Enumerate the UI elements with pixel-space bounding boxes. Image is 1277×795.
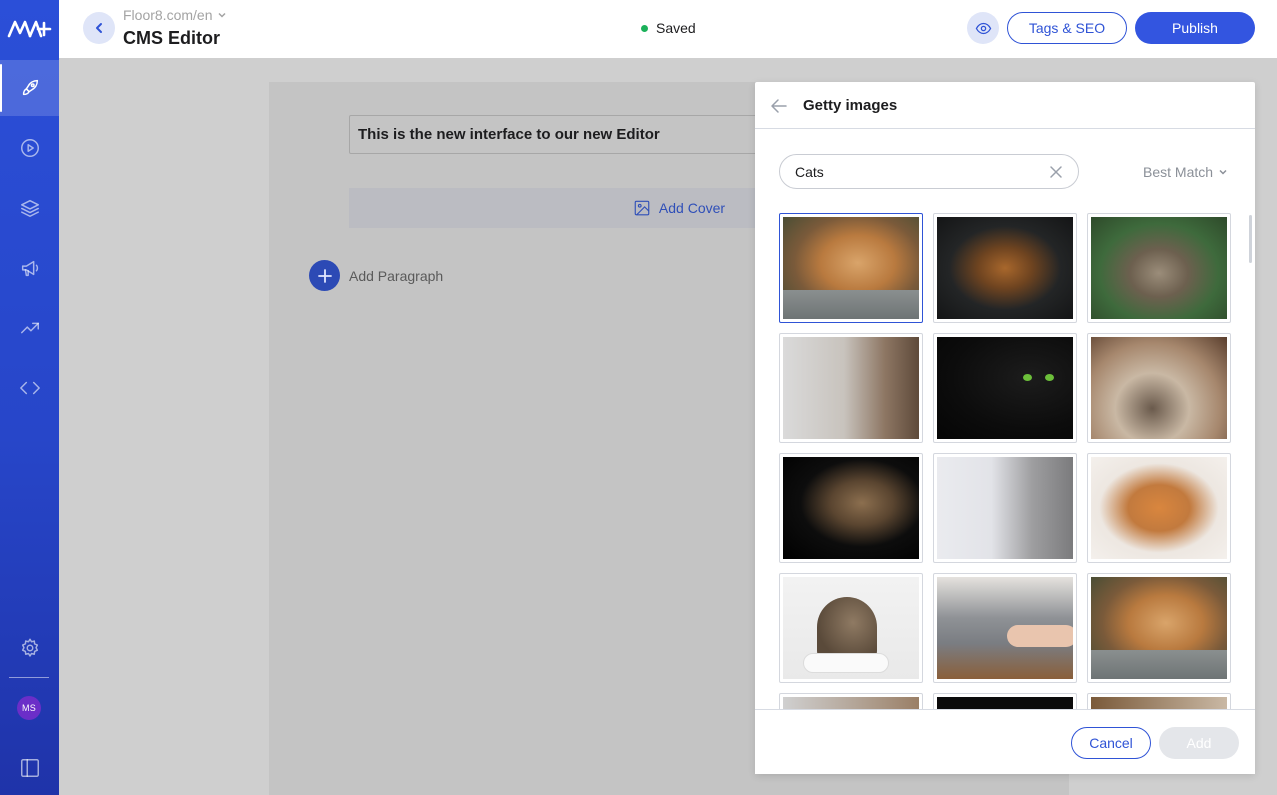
trending-up-icon [20,322,39,334]
cat-photo [1091,577,1227,679]
clear-icon[interactable] [1049,165,1063,179]
save-status: Saved [641,20,696,36]
sidebar-item-publish[interactable] [0,60,59,116]
cat-photo [937,217,1073,319]
sidebar-item-media[interactable] [0,120,59,176]
sidebar-item-settings[interactable] [0,620,59,676]
arrow-left-icon [771,99,787,113]
image-thumb[interactable] [779,693,923,709]
add-paragraph-button[interactable]: Add Paragraph [309,260,443,291]
megaphone-icon [21,260,38,277]
cat-photo [1091,697,1227,709]
image-thumb[interactable] [779,573,923,683]
play-circle-icon [20,139,39,157]
chevron-down-icon [218,12,227,18]
site-selector[interactable]: Floor8.com/en [123,7,227,23]
top-bar: Floor8.com/en CMS Editor Saved Tags & SE… [59,0,1277,58]
image-thumb[interactable] [933,213,1077,323]
image-thumb[interactable] [933,693,1077,709]
cat-photo [937,457,1073,559]
plus-icon [309,260,340,291]
cat-photo [1091,337,1227,439]
sidebar: MS [0,0,59,795]
grid-scrollbar[interactable] [1249,215,1252,263]
search-value: Cats [795,163,824,180]
sort-dropdown[interactable]: Best Match [1143,164,1228,180]
app-logo[interactable] [6,14,54,42]
getty-images-panel: Getty images Cats Best Match Cancel Add [755,82,1255,774]
image-thumb[interactable] [1087,213,1231,323]
layers-icon [20,199,39,217]
publish-button[interactable]: Publish [1135,12,1255,44]
cancel-button[interactable]: Cancel [1071,727,1151,759]
add-button: Add [1159,727,1239,759]
image-search-input[interactable]: Cats [779,154,1079,189]
image-grid [755,213,1255,709]
cat-photo [783,457,919,559]
panel-title: Getty images [803,97,898,114]
panel-footer: Cancel Add [755,709,1255,774]
image-thumb[interactable] [1087,573,1231,683]
sidebar-panel-icon [20,759,39,777]
cat-photo [937,337,1073,439]
chevron-down-icon [1219,169,1227,175]
cat-photo [1091,457,1227,559]
article-title-input[interactable]: This is the new interface to our new Edi… [349,115,779,154]
image-thumb[interactable] [1087,693,1231,709]
cat-photo [937,577,1073,679]
sort-label: Best Match [1143,164,1214,180]
cat-photo [937,697,1073,709]
back-button[interactable] [83,12,115,44]
image-thumb[interactable] [779,453,923,563]
cat-photo [1091,217,1227,319]
image-thumb[interactable] [933,333,1077,443]
add-cover-label: Add Cover [658,200,726,216]
code-icon [19,381,40,395]
eye-icon [975,22,991,34]
sidebar-item-layers[interactable] [0,180,59,236]
sidebar-item-campaigns[interactable] [0,240,59,296]
panel-header: Getty images [755,82,1255,129]
site-label: Floor8.com/en [123,7,213,23]
preview-button[interactable] [967,12,999,44]
status-dot [641,24,648,32]
sidebar-item-code[interactable] [0,360,59,416]
image-icon [634,200,650,216]
image-thumb[interactable] [1087,453,1231,563]
cat-photo [783,337,919,439]
rocket-icon [22,79,38,96]
image-thumb[interactable] [933,573,1077,683]
image-thumb[interactable] [779,333,923,443]
chevron-left-icon [96,23,102,33]
cat-photo [783,577,919,679]
tags-seo-button[interactable]: Tags & SEO [1007,12,1127,44]
image-thumb[interactable] [779,213,923,323]
cat-photo [783,697,919,709]
cat-photo [783,217,919,319]
gear-icon [21,638,38,657]
panel-back-button[interactable] [769,96,789,116]
avatar[interactable]: MS [17,696,41,720]
page-title: CMS Editor [123,28,220,48]
image-thumb[interactable] [1087,333,1231,443]
sidebar-item-analytics[interactable] [0,300,59,356]
add-paragraph-label: Add Paragraph [349,267,444,284]
sidebar-toggle[interactable] [0,740,59,795]
image-thumb[interactable] [933,453,1077,563]
status-text: Saved [656,20,696,36]
sidebar-divider [9,677,49,678]
